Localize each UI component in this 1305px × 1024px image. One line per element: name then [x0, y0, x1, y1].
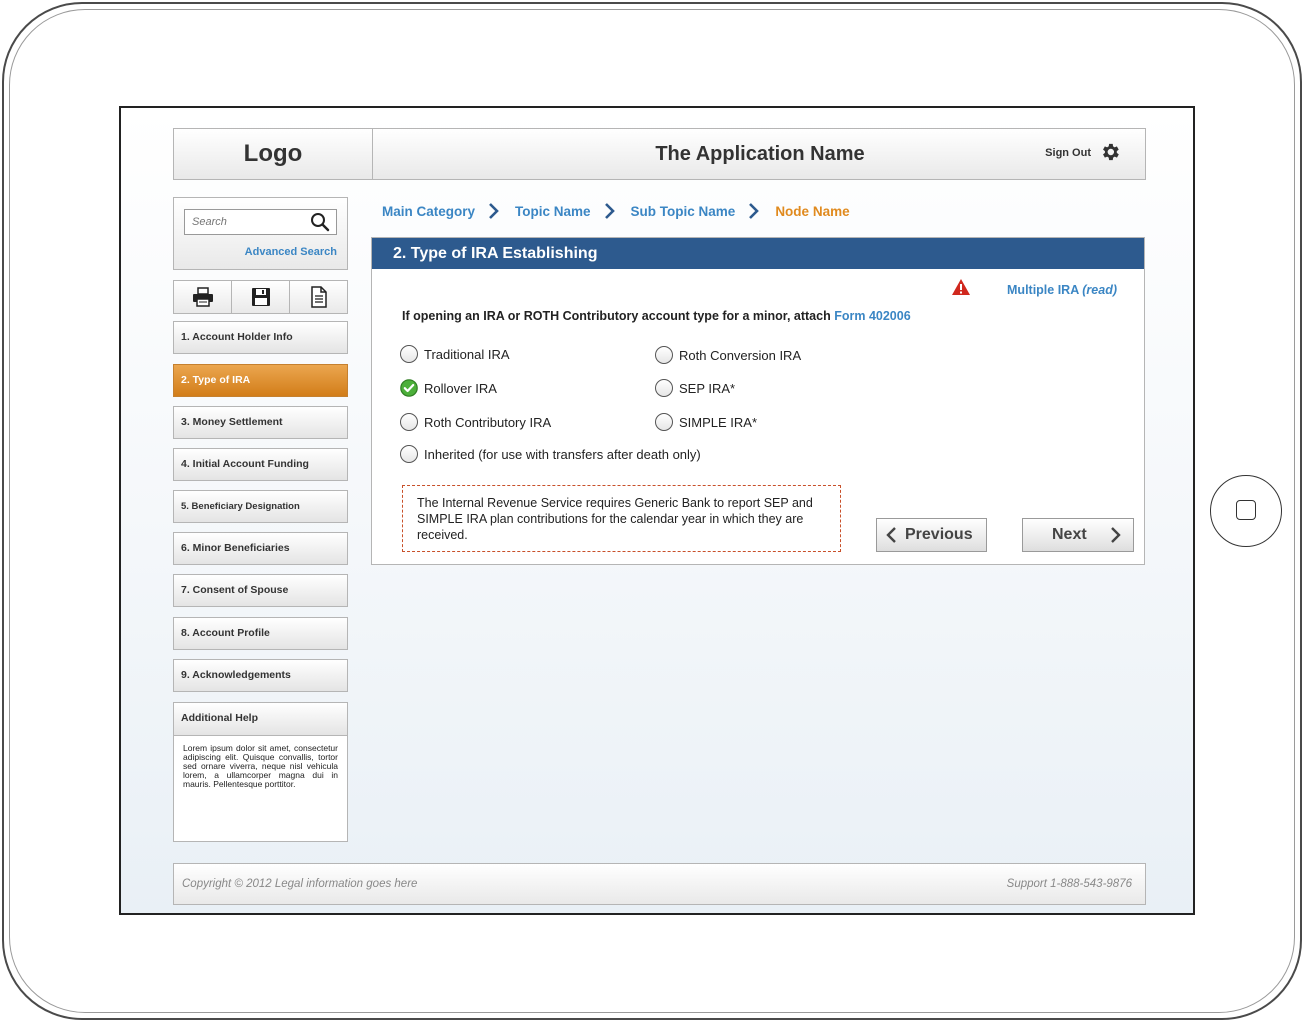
- option-traditional-ira[interactable]: Traditional IRA: [400, 344, 510, 364]
- sign-out-link[interactable]: Sign Out: [1045, 147, 1091, 159]
- support-phone: Support 1-888-543-9876: [1006, 878, 1132, 890]
- breadcrumb-main-category[interactable]: Main Category: [382, 204, 475, 219]
- help-title: Additional Help: [174, 703, 347, 736]
- step-acknowledgements[interactable]: 9. Acknowledgements: [173, 659, 348, 692]
- home-icon: [1236, 500, 1256, 520]
- chevron-right-icon: [749, 203, 760, 219]
- instructions: If opening an IRA or ROTH Contributory a…: [402, 309, 911, 323]
- option-label: Roth Conversion IRA: [679, 347, 802, 363]
- document-button[interactable]: [289, 280, 348, 314]
- next-label: Next: [1052, 526, 1087, 543]
- document-icon: [310, 286, 327, 308]
- logo[interactable]: Logo: [173, 128, 373, 180]
- option-label: Rollover IRA: [424, 380, 497, 396]
- search-icon[interactable]: [310, 212, 330, 232]
- instructions-text: If opening an IRA or ROTH Contributory a…: [402, 309, 831, 323]
- step-type-of-ira[interactable]: 2. Type of IRA: [173, 364, 348, 397]
- option-inherited[interactable]: Inherited (for use with transfers after …: [400, 444, 701, 464]
- print-icon: [192, 287, 213, 307]
- advanced-search-link[interactable]: Advanced Search: [245, 246, 337, 258]
- breadcrumb-topic-name[interactable]: Topic Name: [515, 204, 591, 219]
- option-label: Roth Contributory IRA: [424, 414, 552, 430]
- option-label: Inherited (for use with transfers after …: [424, 446, 701, 462]
- help-text: Lorem ipsum dolor sit amet, consectetur …: [183, 743, 338, 789]
- step-minor-beneficiaries[interactable]: 6. Minor Beneficiaries: [173, 532, 348, 565]
- option-simple-ira[interactable]: SIMPLE IRA*: [655, 412, 757, 432]
- footer: Copyright © 2012 Legal information goes …: [173, 863, 1146, 905]
- save-icon: [251, 288, 270, 306]
- previous-label: Previous: [905, 526, 973, 543]
- print-button[interactable]: [173, 280, 232, 314]
- radio-button[interactable]: [400, 345, 418, 363]
- radio-button[interactable]: [400, 413, 418, 431]
- multiple-ira-read[interactable]: (read): [1082, 283, 1117, 297]
- multiple-ira-link[interactable]: Multiple IRA (read): [1007, 283, 1117, 297]
- save-button[interactable]: [231, 280, 290, 314]
- form-link[interactable]: Form 402006: [834, 309, 910, 323]
- option-label: Traditional IRA: [424, 346, 510, 362]
- warning-icon: [952, 279, 970, 295]
- app-screen: Logo The Application Name Sign Out Advan…: [119, 106, 1195, 915]
- additional-help-panel: Additional Help Lorem ipsum dolor sit am…: [173, 702, 348, 842]
- chevron-right-icon: [1110, 527, 1121, 543]
- step-initial-account-funding[interactable]: 4. Initial Account Funding: [173, 448, 348, 481]
- app-title: The Application Name: [655, 143, 865, 165]
- multiple-ira-label[interactable]: Multiple IRA: [1007, 283, 1079, 297]
- breadcrumb: Main Category Topic Name Sub Topic Name …: [382, 200, 850, 222]
- option-roth-conversion-ira[interactable]: Roth Conversion IRA: [655, 345, 801, 365]
- radio-button[interactable]: [400, 445, 418, 463]
- step-money-settlement[interactable]: 3. Money Settlement: [173, 406, 348, 439]
- gear-icon[interactable]: [1099, 141, 1121, 163]
- option-label: SEP IRA*: [679, 380, 736, 396]
- step-beneficiary-designation[interactable]: 5. Beneficiary Designation: [173, 490, 348, 523]
- copyright-text: Copyright © 2012 Legal information goes …: [182, 878, 418, 890]
- step-account-profile[interactable]: 8. Account Profile: [173, 617, 348, 650]
- chevron-left-icon: [886, 527, 896, 543]
- chevron-right-icon: [604, 203, 615, 219]
- option-rollover-ira[interactable]: Rollover IRA: [400, 378, 497, 398]
- option-label: SIMPLE IRA*: [679, 414, 758, 430]
- next-button[interactable]: Next: [1022, 518, 1134, 552]
- radio-button[interactable]: [655, 346, 673, 364]
- step-account-holder-info[interactable]: 1. Account Holder Info: [173, 321, 348, 354]
- step-consent-of-spouse[interactable]: 7. Consent of Spouse: [173, 574, 348, 607]
- section-title: 2. Type of IRA Establishing: [372, 238, 1144, 269]
- previous-button[interactable]: Previous: [876, 518, 987, 552]
- main-content: 2. Type of IRA Establishing Multiple IRA…: [371, 237, 1145, 565]
- radio-button[interactable]: [655, 379, 673, 397]
- breadcrumb-node-name: Node Name: [775, 203, 850, 219]
- irs-notice: The Internal Revenue Service requires Ge…: [402, 485, 841, 552]
- chevron-right-icon: [489, 203, 499, 219]
- breadcrumb-sub-topic-name[interactable]: Sub Topic Name: [631, 204, 736, 219]
- option-sep-ira[interactable]: SEP IRA*: [655, 378, 735, 398]
- app-header: The Application Name Sign Out: [372, 128, 1146, 180]
- radio-button[interactable]: [655, 413, 673, 431]
- checkmark-radio-icon[interactable]: [400, 379, 418, 397]
- search-panel: Advanced Search: [173, 197, 348, 270]
- option-roth-contributory-ira[interactable]: Roth Contributory IRA: [400, 412, 551, 432]
